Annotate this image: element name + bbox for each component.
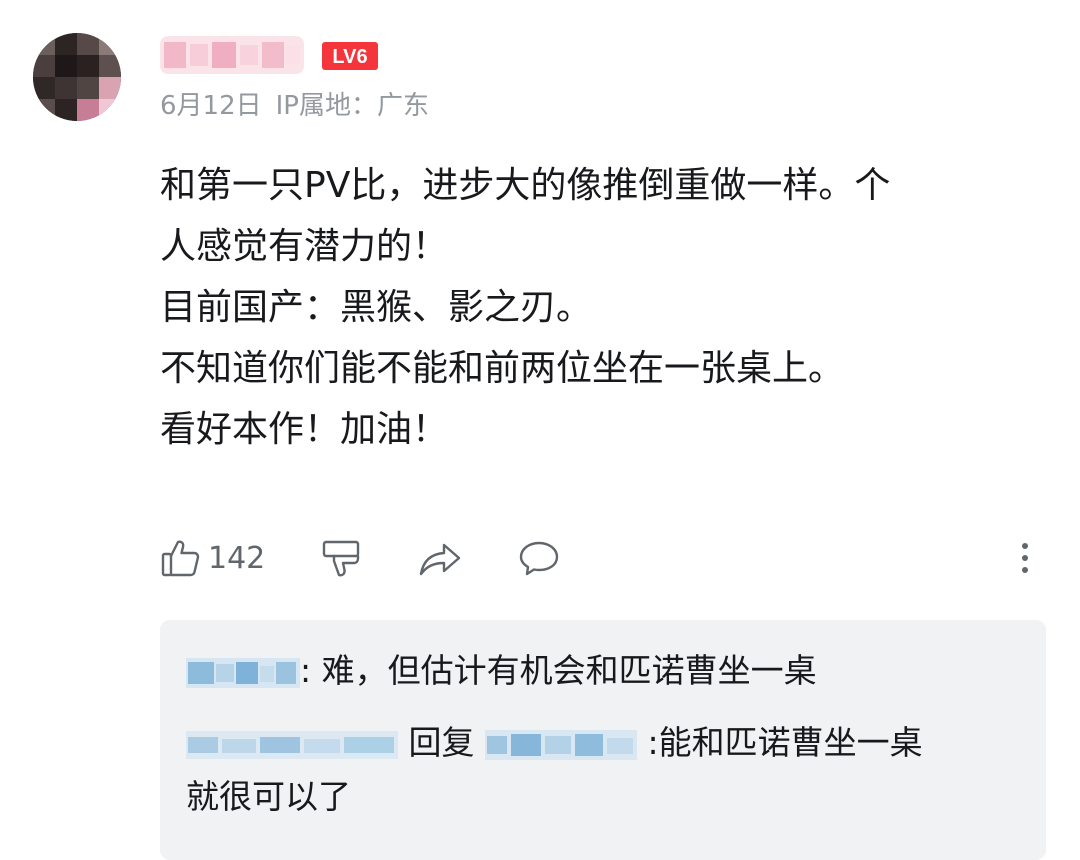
like-button[interactable]: 142: [160, 530, 265, 586]
reply-text: : 难，但估计有机会和匹诺曹坐一桌: [300, 651, 817, 690]
reply-word: 回复: [408, 723, 475, 762]
level-badge: LV6: [322, 42, 378, 70]
reply-username-blurred[interactable]: [186, 657, 300, 688]
comment-date: 6月12日: [160, 91, 262, 121]
comment-meta: 6月12日 IP属地：广东: [160, 89, 429, 123]
reply-text-continued: 就很可以了: [186, 777, 351, 816]
reply-target-blurred[interactable]: [485, 729, 637, 760]
dislike-button[interactable]: [320, 530, 362, 586]
avatar[interactable]: [33, 33, 121, 121]
comment-icon: [517, 537, 561, 579]
share-icon: [418, 537, 462, 579]
comment-actions: 142: [160, 530, 1040, 586]
username-blurred[interactable]: [160, 36, 304, 74]
more-vertical-icon: [1013, 537, 1037, 579]
reply-text: :能和匹诺曹坐一桌: [637, 723, 923, 762]
comment-content: 和第一只PV比，进步大的像推倒重做一样。个 人感觉有潜力的！ 目前国产：黑猴、影…: [160, 155, 1040, 460]
content-line: 不知道你们能不能和前两位坐在一张桌上。: [160, 348, 845, 389]
level-badge-text: LV6: [332, 46, 367, 68]
reply-button[interactable]: [517, 530, 561, 586]
thumbs-up-icon: [160, 537, 202, 579]
content-line: 和第一只PV比，进步大的像推倒重做一样。个: [160, 165, 891, 206]
reply-item[interactable]: 回复 :能和匹诺曹坐一桌 就很可以了: [186, 716, 923, 824]
more-options-button[interactable]: [1013, 530, 1037, 586]
share-button[interactable]: [418, 530, 462, 586]
thumbs-down-icon: [320, 537, 362, 579]
reply-username-blurred[interactable]: [186, 730, 398, 759]
reply-item[interactable]: : 难，但估计有机会和匹诺曹坐一桌: [186, 644, 817, 698]
ip-location: IP属地：广东: [275, 91, 429, 121]
like-count: 142: [208, 540, 266, 576]
content-line: 看好本作！加油！: [160, 409, 449, 450]
content-line: 目前国产：黑猴、影之刃。: [160, 287, 593, 328]
content-line: 人感觉有潜力的！: [160, 226, 449, 267]
replies-panel[interactable]: : 难，但估计有机会和匹诺曹坐一桌 回复:能和匹诺曹坐一桌 就很可以了: [160, 620, 1046, 860]
